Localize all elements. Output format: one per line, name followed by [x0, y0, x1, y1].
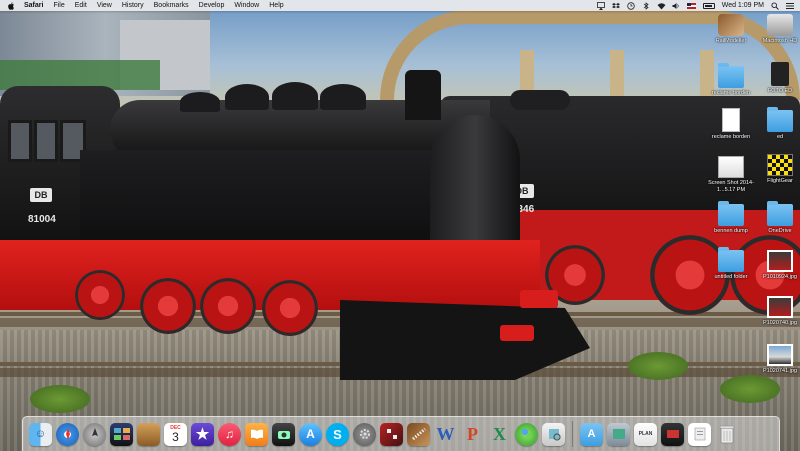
menu-view[interactable]: View	[97, 2, 112, 9]
dropbox-icon[interactable]	[611, 2, 620, 10]
document-icon	[722, 108, 740, 132]
menu-history[interactable]: History	[122, 2, 144, 9]
battery-icon[interactable]	[702, 2, 715, 9]
railmodeller-app-icon	[718, 14, 744, 36]
desktop-icon-label: P1010924.jpg	[763, 274, 797, 280]
desktop-icon-screen-shot[interactable]: Screen Shot 2014-1...5.17 PM	[703, 156, 759, 194]
bluetooth-icon[interactable]	[642, 1, 650, 10]
desktop-icon-label: untitled folder	[714, 274, 748, 280]
folder-icon	[718, 63, 744, 88]
safari-icon[interactable]	[56, 422, 79, 446]
timemachine-icon[interactable]	[627, 1, 635, 10]
desktop-icon-label: OneDrive	[768, 228, 792, 234]
photo-booth-icon[interactable]	[272, 422, 295, 446]
word-icon[interactable]: W	[434, 423, 457, 446]
imovie-icon[interactable]: ★	[191, 422, 214, 446]
desktop-icon-reclame-borden-folder[interactable]: reclame borden	[703, 63, 759, 97]
menu-bookmarks[interactable]: Bookmarks	[154, 2, 189, 9]
ibooks-icon[interactable]	[245, 422, 268, 446]
folder-icon	[767, 201, 793, 226]
folder-icon	[767, 107, 793, 132]
image-icon	[767, 296, 793, 318]
desktop-icon-railmodeller[interactable]: RailModeller	[703, 14, 759, 45]
desktop-icon-label: reclame borden	[711, 90, 751, 96]
desktop-screen: DB 38 3346 DB 81004 Safari File	[0, 0, 800, 451]
menu-bar: Safari File Edit View History Bookmarks …	[0, 0, 800, 11]
menu-app-safari[interactable]: Safari	[24, 2, 43, 9]
system-preferences-icon[interactable]	[353, 422, 376, 446]
image-icon	[767, 344, 793, 366]
document-icon[interactable]	[688, 422, 711, 446]
desktop-icon-p1020740[interactable]: P1020740.jpg	[752, 296, 800, 327]
app-store-icon[interactable]: A	[299, 422, 322, 446]
desktop-icon-bennen-dump[interactable]: bennen dump	[703, 201, 759, 235]
volume-icon[interactable]	[672, 2, 680, 10]
input-source-flag-icon[interactable]	[686, 2, 696, 9]
menu-window[interactable]: Window	[234, 2, 259, 9]
trash-icon[interactable]	[715, 423, 738, 446]
desktop-icon-label: P1020740.jpg	[763, 320, 797, 326]
sd-card-icon	[771, 62, 789, 86]
screenshot-icon	[718, 156, 744, 178]
flightgear-icon	[767, 154, 793, 176]
menubar-clock[interactable]: Wed 1:09 PM	[722, 2, 764, 9]
dock: ☺ DEC 3 ★ ♫ A S W P X A PLAN	[22, 416, 780, 451]
itunes-icon[interactable]: ♫	[218, 422, 241, 446]
hard-drive-icon	[767, 14, 793, 36]
menu-develop[interactable]: Develop	[199, 2, 225, 9]
dock-separator	[572, 421, 573, 447]
powerpoint-icon[interactable]: P	[461, 423, 484, 446]
desktop-icon-ed[interactable]: ed	[752, 107, 800, 141]
plan-label: PLAN	[638, 430, 653, 437]
plan-icon[interactable]: PLAN	[634, 422, 657, 446]
desktop-icon-untitled-folder[interactable]: untitled folder	[703, 247, 759, 281]
messenger-icon[interactable]	[515, 422, 538, 446]
calendar-day: 3	[172, 429, 179, 444]
menu-file[interactable]: File	[53, 2, 64, 9]
applications-folder-icon[interactable]: A	[580, 422, 603, 446]
desktop-icon-label: P1020741.jpg	[763, 368, 797, 374]
desktop-icon-reclame-borden-doc[interactable]: reclame borden	[703, 108, 759, 141]
notes-icon[interactable]	[137, 422, 160, 446]
menu-edit[interactable]: Edit	[75, 2, 87, 9]
apple-menu-icon[interactable]	[6, 1, 16, 10]
desktop-icon-label: FlightGear	[767, 178, 793, 184]
mission-control-icon[interactable]	[110, 422, 133, 446]
desktop-icon-label: reclame borden	[711, 134, 751, 140]
desktop-icon-label: ed	[776, 134, 784, 140]
notification-center-icon[interactable]	[786, 2, 794, 10]
wifi-icon[interactable]	[657, 2, 666, 10]
status-area: Wed 1:09 PM	[596, 1, 794, 10]
desktop-icon-macintosh-hd[interactable]: Macintosh HD	[752, 14, 800, 45]
loco-number-front: 81004	[28, 214, 56, 225]
desktop-icon-label: Macintosh HD	[762, 38, 798, 44]
desktop-icon-label: RailModeller	[715, 38, 747, 44]
spotlight-search-icon[interactable]	[771, 1, 779, 10]
preview-icon[interactable]	[542, 422, 565, 446]
desktop-icon-label: FOTO ED	[767, 88, 793, 94]
folder-icon	[718, 247, 744, 272]
desktop-icon-foto-ed[interactable]: FOTO ED	[752, 62, 800, 95]
desktop-icon-flightgear[interactable]: FlightGear	[752, 154, 800, 185]
desktop-icon-label: bennen dump	[714, 228, 748, 234]
menu-help[interactable]: Help	[269, 2, 283, 9]
desktop-icon-onedrive[interactable]: OneDrive	[752, 201, 800, 235]
excel-icon[interactable]: X	[488, 423, 511, 446]
game-icon[interactable]	[380, 422, 403, 446]
image-capture-icon[interactable]	[607, 422, 630, 446]
launchpad-icon[interactable]	[83, 422, 106, 446]
photos-icon[interactable]	[661, 422, 684, 446]
image-icon	[767, 250, 793, 272]
skype-icon[interactable]: S	[326, 422, 349, 446]
desktop-icon-p1020741[interactable]: P1020741.jpg	[752, 344, 800, 375]
loco-plate-front: DB	[30, 188, 52, 202]
desktop-icon-label: Screen Shot 2014-1...5.17 PM	[708, 180, 754, 193]
railmodeller-dock-icon[interactable]	[407, 422, 430, 446]
airplay-icon[interactable]	[596, 1, 605, 10]
desktop-icon-p1010924[interactable]: P1010924.jpg	[752, 250, 800, 281]
calendar-icon[interactable]: DEC 3	[164, 422, 187, 446]
folder-icon	[718, 201, 744, 226]
finder-icon[interactable]: ☺	[29, 422, 52, 446]
